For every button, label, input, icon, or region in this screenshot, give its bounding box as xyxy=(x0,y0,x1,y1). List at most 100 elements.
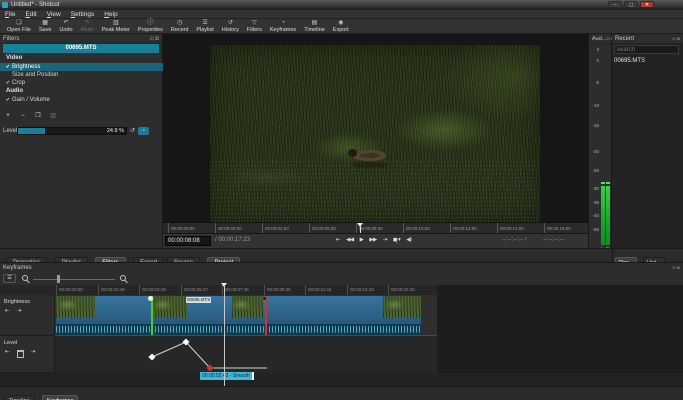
filter-row-crop[interactable]: ✔ Crop xyxy=(0,79,163,87)
volume-button[interactable]: ◀) xyxy=(403,236,414,244)
keyframes-button[interactable]: ◔ Keyframes xyxy=(266,19,300,33)
recent-item[interactable]: 00695.MTS xyxy=(614,57,679,65)
check-icon[interactable]: ✔ xyxy=(4,64,12,70)
main-toolbar: ❏ Open File ▦ Save ↶ Undo ↷ Redo ▥ Peak Meter… xyxy=(0,19,683,34)
track-head-brightness: Brightness ⇤ ⇥ xyxy=(0,295,55,336)
duck xyxy=(347,149,386,162)
loop-stop-button[interactable]: ◼ ▾ xyxy=(390,236,403,244)
filter-row-size-position[interactable]: Size and Position xyxy=(0,71,163,79)
peak-meter-button[interactable]: ▥ Peak Meter xyxy=(98,19,134,33)
add-filter-button[interactable]: + xyxy=(2,112,14,121)
keyframes-dock-icons[interactable]: ⊡⊠ xyxy=(672,265,681,270)
track-name: Brightness xyxy=(4,299,30,305)
filter-row-gain-volume[interactable]: ✔ Gain / Volume xyxy=(0,96,163,104)
rewind-button[interactable]: ◀◀ xyxy=(343,236,356,244)
clip-brightness[interactable]: 00695.MTS xyxy=(56,296,421,335)
filter-row-brightness[interactable]: ✔ Brightness xyxy=(0,63,163,71)
keyframes-lower-strip xyxy=(0,373,683,387)
play-button[interactable]: ▶ xyxy=(357,236,367,244)
duck-reflection xyxy=(351,162,388,169)
zoom-in-icon[interactable] xyxy=(120,275,126,281)
export-icon: ◉ xyxy=(338,19,344,26)
redo-button: ↷ Redo xyxy=(80,19,94,33)
level-value[interactable]: 24.9 % xyxy=(107,128,124,135)
titlebar: Untitled* - Shotcut – ▢ ✕ xyxy=(0,0,683,10)
filter-trim-in-line[interactable] xyxy=(151,296,153,335)
menu-settings[interactable]: Settings xyxy=(66,11,100,18)
keyframes-icon: ◔ xyxy=(281,19,285,26)
menu-edit[interactable]: Edit xyxy=(21,11,42,18)
check-icon[interactable]: ✔ xyxy=(4,80,12,86)
tab-keyframes[interactable]: Keyframes xyxy=(42,395,79,400)
maximize-button[interactable]: ▢ xyxy=(624,1,638,8)
audio-peak-meter-panel: Aud... ⊡⊠ 3 0 -5 -10 -15 -20 -25 -30 -35… xyxy=(588,34,614,251)
filters-button[interactable]: ▽ Filters xyxy=(243,19,266,33)
next-keyframe-button[interactable]: ⇥ xyxy=(31,349,36,358)
export-button[interactable]: ◉ Export xyxy=(329,19,353,33)
menu-view[interactable]: View xyxy=(42,11,66,18)
recent-panel-header: Recent ⊡⊠ xyxy=(612,34,683,44)
filter-trim-in-handle[interactable] xyxy=(148,296,153,301)
recent-search-input[interactable] xyxy=(614,45,679,54)
open-file-button[interactable]: ❏ Open File xyxy=(3,19,35,33)
zoom-slider-handle[interactable] xyxy=(57,275,60,283)
meter-panel-title: Aud... xyxy=(592,35,607,42)
keyframes-playhead[interactable] xyxy=(224,285,225,387)
level-slider[interactable]: 24.9 % xyxy=(17,127,127,135)
app-icon xyxy=(2,2,8,8)
prev-keyframe-button[interactable]: ⇤ xyxy=(5,308,10,315)
keyframes-menu-button[interactable]: ☰ xyxy=(3,274,16,283)
minimize-button[interactable]: – xyxy=(608,1,622,8)
menu-file[interactable]: File xyxy=(0,11,21,18)
dock-tabs-bar: Properties Playlist Filters Export Sourc… xyxy=(0,248,612,269)
fast-forward-button[interactable]: ▶▶ xyxy=(366,236,379,244)
clip-thumbnail xyxy=(152,296,187,318)
properties-button[interactable]: ⓘ Properties xyxy=(134,19,167,33)
zoom-slider[interactable] xyxy=(33,279,115,280)
filter-trim-out-handle[interactable] xyxy=(262,296,267,301)
open-file-icon: ❏ xyxy=(16,19,22,26)
menu-help[interactable]: Help xyxy=(99,11,122,18)
copy-filters-button[interactable]: ❐ xyxy=(32,112,44,121)
filter-actions: + − ❐ ▥ xyxy=(2,112,62,121)
transport-controls: ⇤ ◀◀ ▶ ▶▶ ⇥ ◼ ▾ ◀) xyxy=(333,236,414,244)
peak-indicator-right xyxy=(606,182,610,184)
next-keyframe-button[interactable]: ⇥ xyxy=(17,308,22,315)
timeline-button[interactable]: ▤ Timeline xyxy=(300,19,329,33)
zoom-out-icon[interactable] xyxy=(22,275,28,281)
save-button[interactable]: ▦ Save xyxy=(35,19,56,33)
keyframes-panel-title: Keyframes xyxy=(3,264,32,271)
level-keyframes-toggle-icon[interactable]: ◔ xyxy=(138,127,150,135)
history-button[interactable]: ↺ History xyxy=(218,19,243,33)
keyframe-tooltip: 00:00:02:43 - Smooth xyxy=(200,372,255,380)
delete-keyframe-icon[interactable] xyxy=(16,350,24,358)
level-keyframe-curve[interactable] xyxy=(55,336,437,373)
tab-timeline[interactable]: Timeline xyxy=(4,395,35,400)
undo-button[interactable]: ↶ Undo xyxy=(55,19,76,33)
recent-dock-icons[interactable]: ⊡⊠ xyxy=(672,36,681,41)
recent-button[interactable]: ◷ Recent xyxy=(167,19,192,33)
check-icon[interactable]: ✔ xyxy=(4,97,12,103)
menubar: File Edit View Settings Help xyxy=(0,10,683,19)
close-button[interactable]: ✕ xyxy=(640,1,654,8)
remove-filter-button[interactable]: − xyxy=(17,112,29,121)
level-slider-fill xyxy=(18,128,45,134)
prev-keyframe-button[interactable]: ⇤ xyxy=(5,349,10,358)
video-preview[interactable] xyxy=(210,45,540,222)
shotcut-window: Untitled* - Shotcut – ▢ ✕ File Edit View… xyxy=(0,0,683,400)
filter-trim-out-line[interactable] xyxy=(265,296,267,335)
peak-indicator-left xyxy=(601,182,605,184)
level-label: Level xyxy=(3,128,18,134)
filter-clip-name: 00695.MTS xyxy=(3,44,159,53)
playlist-button[interactable]: ☰ Playlist xyxy=(192,19,217,33)
filters-dock-icons[interactable]: ⊡⊠ xyxy=(150,36,160,42)
current-timecode-field[interactable]: 00:00:08:08 xyxy=(165,236,211,246)
skip-next-button[interactable]: ⇥ xyxy=(380,236,390,244)
track-head-level: Level ⇤ ⇥ xyxy=(0,336,55,373)
skip-previous-button[interactable]: ⇤ xyxy=(333,236,343,244)
track-name: Level xyxy=(4,340,18,346)
player-time-ruler[interactable]: 00:00:00:00 00:00:02:00 00:00:04:00 00:0… xyxy=(163,222,588,234)
level-reset-icon[interactable]: ↺ xyxy=(130,127,135,135)
filter-group-audio: Audio xyxy=(6,88,23,94)
paste-filters-button[interactable]: ▥ xyxy=(47,112,59,121)
